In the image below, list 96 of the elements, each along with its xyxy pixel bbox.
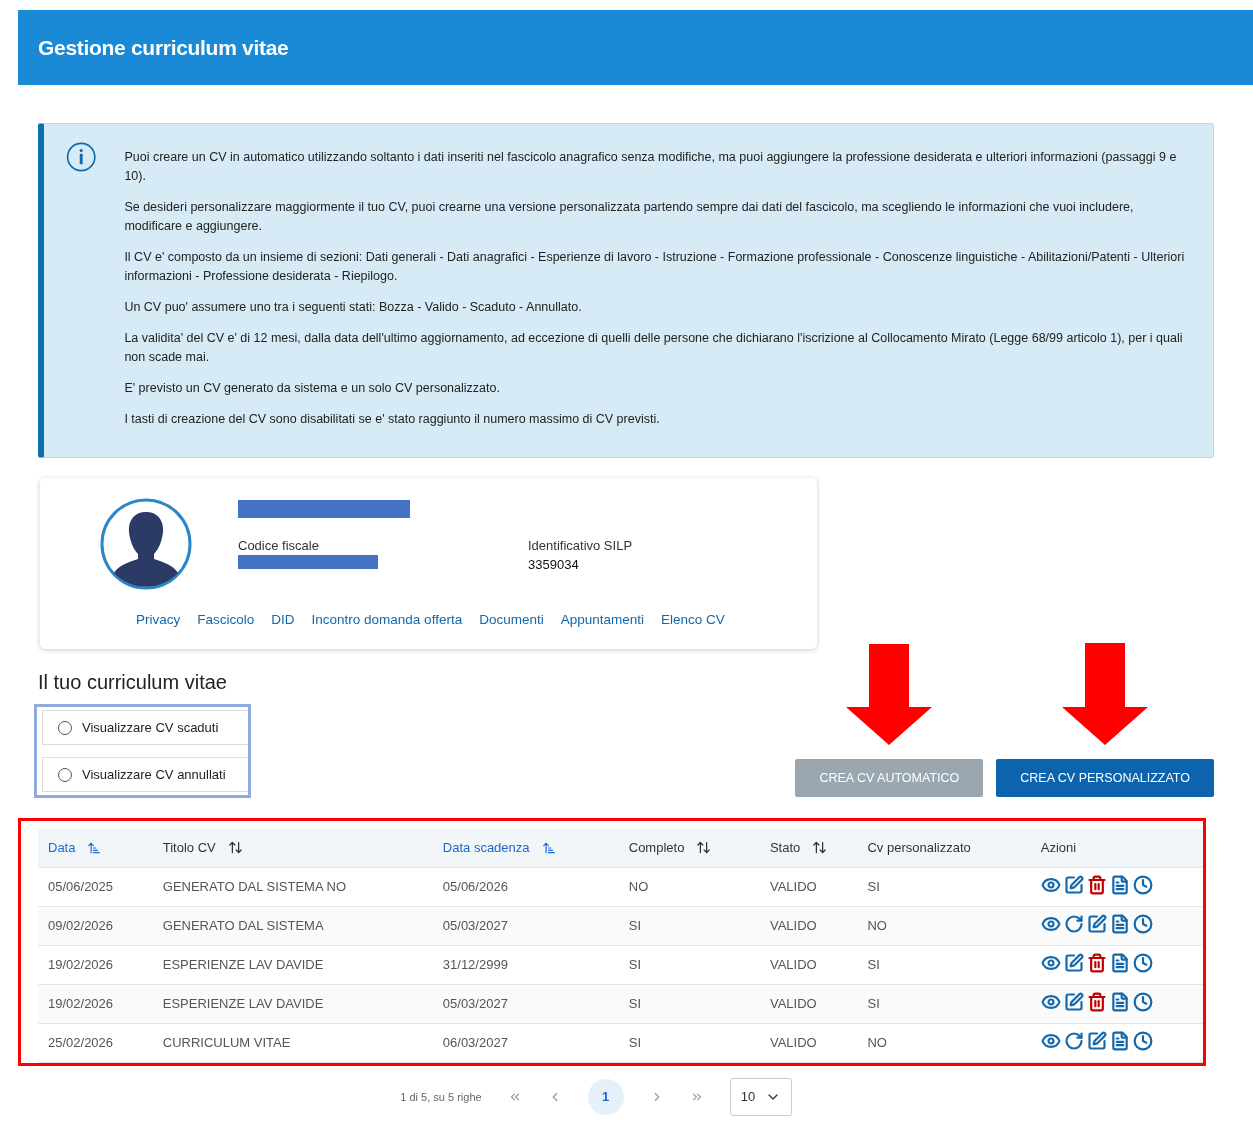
- refresh-icon[interactable]: [1063, 914, 1084, 934]
- table-cell: 05/06/2026: [432, 867, 619, 906]
- nav-link[interactable]: Incontro domanda offerta: [311, 612, 463, 627]
- section-title: Il tuo curriculum vitae: [38, 671, 228, 694]
- create-button[interactable]: CREA CV PERSONALIZZATO: [996, 759, 1214, 797]
- table-cell: NO: [857, 1023, 1031, 1062]
- nav-link[interactable]: DID: [271, 612, 295, 627]
- table-cell: SI: [857, 945, 1031, 984]
- table-cell: SI: [618, 945, 760, 984]
- eye-icon[interactable]: [1040, 992, 1061, 1012]
- page-title: Gestione curriculum vitae: [38, 35, 289, 60]
- column-header[interactable]: Data: [38, 829, 153, 867]
- radio-label: Visualizzare CV scaduti: [82, 720, 219, 735]
- radio-option[interactable]: Visualizzare CV annullati: [42, 757, 248, 792]
- info-paragraph: I tasti di creazione del CV sono disabilitati se e' stato raggiunto il numero massimo di CV previsti.: [124, 411, 661, 428]
- sort-icon[interactable]: [696, 840, 712, 856]
- pdf-file-icon[interactable]: [1109, 992, 1130, 1012]
- table-cell: 31/12/2999: [432, 945, 619, 984]
- radio-option[interactable]: Visualizzare CV scaduti: [42, 710, 248, 745]
- nav-link[interactable]: Fascicolo: [197, 612, 255, 627]
- table-cell: ESPERIENZE LAV DAVIDE: [152, 984, 433, 1023]
- down-arrow-icon: [1062, 643, 1149, 745]
- field-label: Identificativo SILP: [528, 538, 634, 553]
- sort-icon[interactable]: [87, 840, 102, 855]
- table-cell: NO: [857, 906, 1031, 945]
- sort-icon[interactable]: [541, 840, 556, 855]
- column-header[interactable]: Titolo CV: [152, 829, 433, 867]
- table-cell: SI: [857, 867, 1031, 906]
- table-cell: VALIDO: [759, 1023, 858, 1062]
- table-cell: CURRICULUM VITAE: [152, 1023, 433, 1062]
- edit-icon[interactable]: [1086, 1031, 1107, 1051]
- table-cell: 06/03/2027: [432, 1023, 619, 1062]
- trash-icon[interactable]: [1086, 992, 1107, 1012]
- column-header[interactable]: Completo: [618, 829, 760, 867]
- table-cell: NO: [618, 867, 760, 906]
- column-header: Cv personalizzato: [857, 829, 1031, 867]
- sort-icon[interactable]: [812, 840, 828, 856]
- info-paragraph: Puoi creare un CV in automatico utilizzando soltanto i dati inseriti nel fascicolo anagrafico senza modifiche, ma puoi aggiungere la professione desiderata e ulteriori informazioni (passaggi 9 e 10).: [124, 149, 1178, 185]
- info-paragraph: Il CV e' composto da un insieme di sezioni: Dati generali - Dati anagrafici - Esperienze di lavoro - Istruzione - Formazione professionale - Conoscenze linguistiche - Abilitazioni/Patenti - Ulteriori informazioni - Professione desiderata - Riepilogo.: [124, 249, 1186, 285]
- table-cell: VALIDO: [759, 867, 858, 906]
- clock-icon[interactable]: [1132, 914, 1153, 934]
- field-value: 3359034: [528, 557, 580, 572]
- table-cell: 25/02/2026: [38, 1023, 153, 1062]
- table-cell: VALIDO: [759, 906, 858, 945]
- page-button[interactable]: 1: [587, 1078, 624, 1115]
- field-label: Codice fiscale: [238, 538, 320, 553]
- table-cell: 19/02/2026: [38, 945, 153, 984]
- sort-icon[interactable]: [227, 840, 243, 856]
- table-cell: 05/03/2027: [432, 984, 619, 1023]
- info-paragraph: Se desideri personalizzare maggiormente il tuo CV, puoi crearne una versione personalizzata partendo sempre dai dati del fascicolo, ma scegliendo le informazioni che vuoi includere, modificare e aggiungere.: [124, 199, 1135, 235]
- table-cell: SI: [618, 906, 760, 945]
- column-header[interactable]: Stato: [759, 829, 858, 867]
- pdf-file-icon[interactable]: [1109, 914, 1130, 934]
- eye-icon[interactable]: [1040, 875, 1061, 895]
- table-cell: SI: [618, 984, 760, 1023]
- column-header: Azioni: [1030, 829, 1203, 867]
- refresh-icon[interactable]: [1063, 1031, 1084, 1051]
- table-cell: SI: [857, 984, 1031, 1023]
- table-cell: GENERATO DAL SISTEMA: [152, 906, 433, 945]
- nav-link[interactable]: Elenco CV: [661, 612, 725, 627]
- table-cell: VALIDO: [759, 945, 858, 984]
- edit-icon[interactable]: [1086, 914, 1107, 934]
- edit-icon[interactable]: [1063, 992, 1084, 1012]
- info-paragraph: Un CV puo' assumere uno tra i seguenti stati: Bozza - Valido - Scaduto - Annullato.: [124, 299, 583, 316]
- table-cell: ESPERIENZE LAV DAVIDE: [152, 945, 433, 984]
- info-paragraph: La validita' del CV e' di 12 mesi, dalla data dell'ultimo aggiornamento, ad eccezione di quelli delle persone che dichiarano l'iscrizione al Collocamento Mirato (Legge 68/99 articolo 1), per i quali non scade mai.: [124, 330, 1184, 366]
- clock-icon[interactable]: [1132, 1031, 1153, 1051]
- clock-icon[interactable]: [1132, 875, 1153, 895]
- table-cell: SI: [618, 1023, 760, 1062]
- table-cell: VALIDO: [759, 984, 858, 1023]
- nav-link[interactable]: Documenti: [479, 612, 544, 627]
- pagination-summary: 1 di 5, su 5 righe: [400, 1090, 482, 1103]
- nav-link[interactable]: Appuntamenti: [560, 612, 644, 627]
- eye-icon[interactable]: [1040, 953, 1061, 973]
- pdf-file-icon[interactable]: [1109, 1031, 1130, 1051]
- eye-icon[interactable]: [1040, 914, 1061, 934]
- table-cell: GENERATO DAL SISTEMA NO: [152, 867, 433, 906]
- table-cell: 09/02/2026: [38, 906, 153, 945]
- clock-icon[interactable]: [1132, 992, 1153, 1012]
- edit-icon[interactable]: [1063, 953, 1084, 973]
- pdf-file-icon[interactable]: [1109, 953, 1130, 973]
- column-header[interactable]: Data scadenza: [432, 829, 619, 867]
- page-size-select[interactable]: 10: [729, 1077, 792, 1116]
- table-cell: 05/03/2027: [432, 906, 619, 945]
- down-arrow-icon: [846, 644, 933, 745]
- trash-icon[interactable]: [1086, 953, 1107, 973]
- table-cell: 19/02/2026: [38, 984, 153, 1023]
- table-cell: 05/06/2025: [38, 867, 153, 906]
- info-paragraph: E' previsto un CV generato da sistema e un solo CV personalizzato.: [124, 380, 501, 397]
- clock-icon[interactable]: [1132, 953, 1153, 973]
- trash-icon[interactable]: [1086, 875, 1107, 895]
- nav-link[interactable]: Privacy: [136, 612, 181, 627]
- pdf-file-icon[interactable]: [1109, 875, 1130, 895]
- eye-icon[interactable]: [1040, 1031, 1061, 1051]
- radio-label: Visualizzare CV annullati: [82, 767, 226, 782]
- edit-icon[interactable]: [1063, 875, 1084, 895]
